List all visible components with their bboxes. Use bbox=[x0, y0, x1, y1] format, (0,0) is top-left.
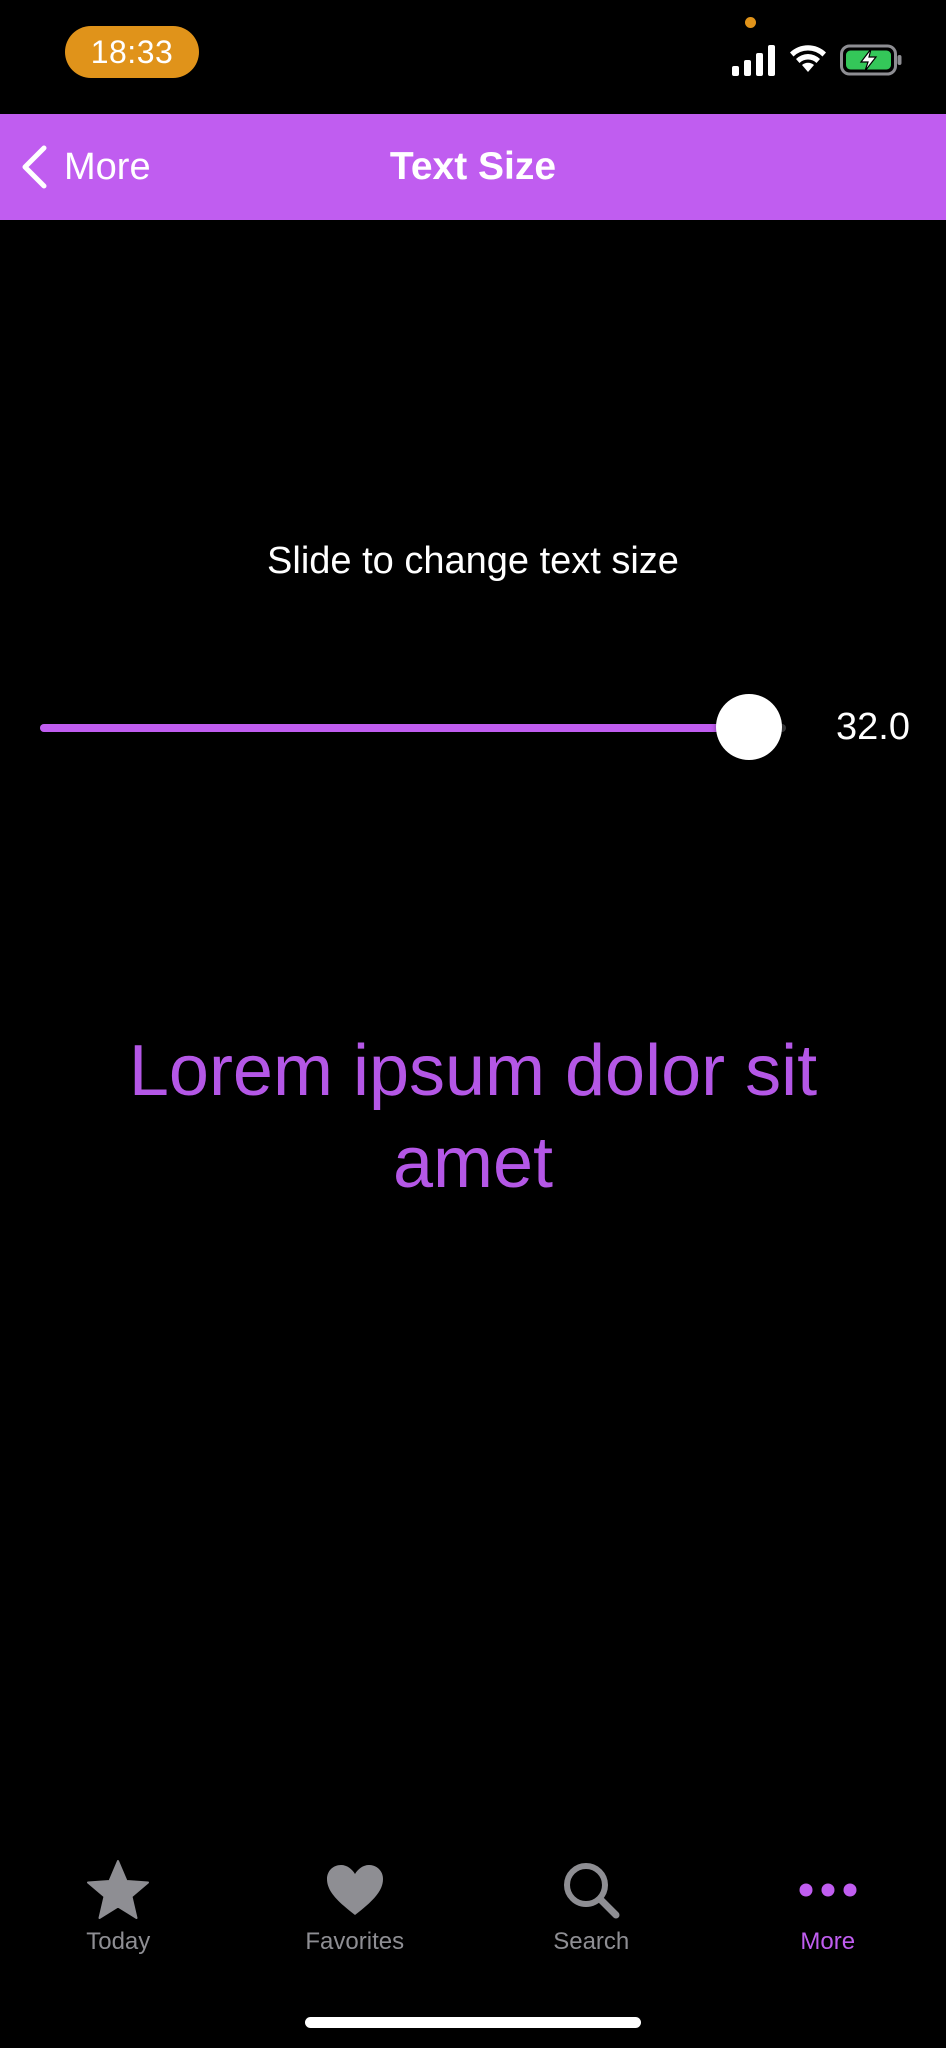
tab-label: Search bbox=[553, 1928, 630, 1955]
navigation-bar: More Text Size bbox=[0, 114, 946, 220]
tab-today[interactable]: Today bbox=[0, 1840, 237, 1970]
status-bar: 18:33 bbox=[0, 0, 946, 114]
tab-search[interactable]: Search bbox=[473, 1840, 710, 1970]
chevron-left-icon bbox=[22, 145, 47, 189]
slider-value-label: 32.0 bbox=[836, 706, 910, 748]
home-indicator[interactable] bbox=[305, 2017, 641, 2028]
back-button[interactable]: More bbox=[18, 114, 151, 220]
magnifying-glass-icon bbox=[564, 1863, 620, 1919]
tab-label: Today bbox=[86, 1928, 151, 1955]
heart-icon bbox=[326, 1865, 383, 1915]
text-size-slider[interactable] bbox=[40, 692, 786, 762]
tab-bar: Today Favorites Search More bbox=[0, 1840, 946, 1970]
slider-instruction: Slide to change text size bbox=[267, 540, 679, 582]
privacy-indicator-dot bbox=[745, 17, 756, 28]
slider-thumb[interactable] bbox=[715, 694, 782, 760]
ellipsis-icon bbox=[799, 1883, 857, 1897]
back-button-label: More bbox=[64, 145, 151, 188]
cellular-signal-icon bbox=[732, 45, 775, 76]
tab-more[interactable]: More bbox=[710, 1840, 946, 1970]
preview-text: Lorem ipsum dolor sit amet bbox=[128, 1031, 818, 1203]
battery-charging-icon bbox=[840, 44, 902, 76]
status-time[interactable]: 18:33 bbox=[65, 26, 199, 78]
star-icon bbox=[87, 1860, 150, 1919]
tab-favorites[interactable]: Favorites bbox=[237, 1840, 474, 1970]
wifi-icon bbox=[790, 45, 826, 72]
slider-fill bbox=[40, 724, 749, 732]
tab-label: Favorites bbox=[305, 1928, 405, 1955]
tab-label: More bbox=[800, 1928, 856, 1955]
